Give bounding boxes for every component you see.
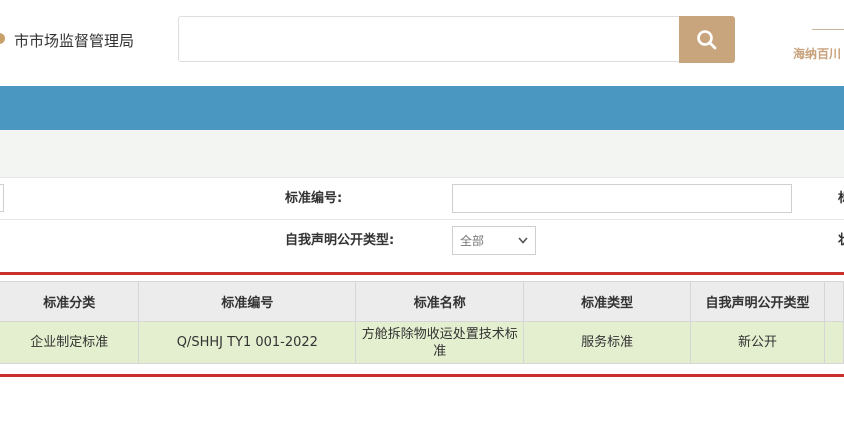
column-header-disclosure-type[interactable]: 自我声明公开类型 <box>690 281 825 322</box>
search-box[interactable] <box>178 16 680 62</box>
disclosure-type-label: 自我声明公开类型: <box>285 233 395 248</box>
agency-logo-icon <box>0 33 5 44</box>
disclosure-type-select[interactable]: 全部 <box>452 226 536 255</box>
chevron-down-icon <box>518 237 528 244</box>
results-top-border <box>0 272 844 275</box>
disclosure-type-selected: 全部 <box>460 234 485 248</box>
search-icon <box>697 29 717 49</box>
cell-number: Q/SHHJ TY1 001-2022 <box>138 321 357 364</box>
left-input-field[interactable] <box>0 184 4 212</box>
search-input[interactable] <box>179 17 680 61</box>
column-header-category[interactable]: 标准分类 <box>0 281 140 322</box>
cell-overflow <box>823 321 844 364</box>
form-divider <box>0 219 844 220</box>
cell-disclosure-type: 新公开 <box>690 321 825 364</box>
column-header-name[interactable]: 标准名称 <box>355 281 525 322</box>
header-slogan: 海纳百川 <box>793 47 842 61</box>
results-table: 标准分类 标准编号 标准名称 标准类型 自我声明公开类型 企业制定标准 Q/SH… <box>0 281 844 364</box>
right-edge-label-2: 状 <box>838 229 844 248</box>
table-header-row: 标准分类 标准编号 标准名称 标准类型 自我声明公开类型 <box>0 281 844 322</box>
nav-bar <box>0 86 844 130</box>
std-number-input[interactable] <box>453 185 791 212</box>
std-number-field[interactable] <box>452 184 792 213</box>
results-bottom-border <box>0 374 844 377</box>
column-header-overflow <box>823 281 844 322</box>
agency-name: 市市场监督管理局 <box>14 32 135 50</box>
column-header-number[interactable]: 标准编号 <box>138 281 357 322</box>
breadcrumb-bar <box>0 130 844 178</box>
right-edge-label-1: 标 <box>838 187 844 206</box>
table-row[interactable]: 企业制定标准 Q/SHHJ TY1 001-2022 方舱拆除物收运处置技术标准… <box>0 321 844 364</box>
column-header-type[interactable]: 标准类型 <box>523 281 692 322</box>
std-number-label: 标准编号: <box>285 191 343 206</box>
cell-category: 企业制定标准 <box>0 321 140 364</box>
header-divider <box>812 29 844 30</box>
cell-name[interactable]: 方舱拆除物收运处置技术标准 <box>355 321 525 364</box>
cell-type: 服务标准 <box>523 321 692 364</box>
search-button[interactable] <box>679 16 735 63</box>
